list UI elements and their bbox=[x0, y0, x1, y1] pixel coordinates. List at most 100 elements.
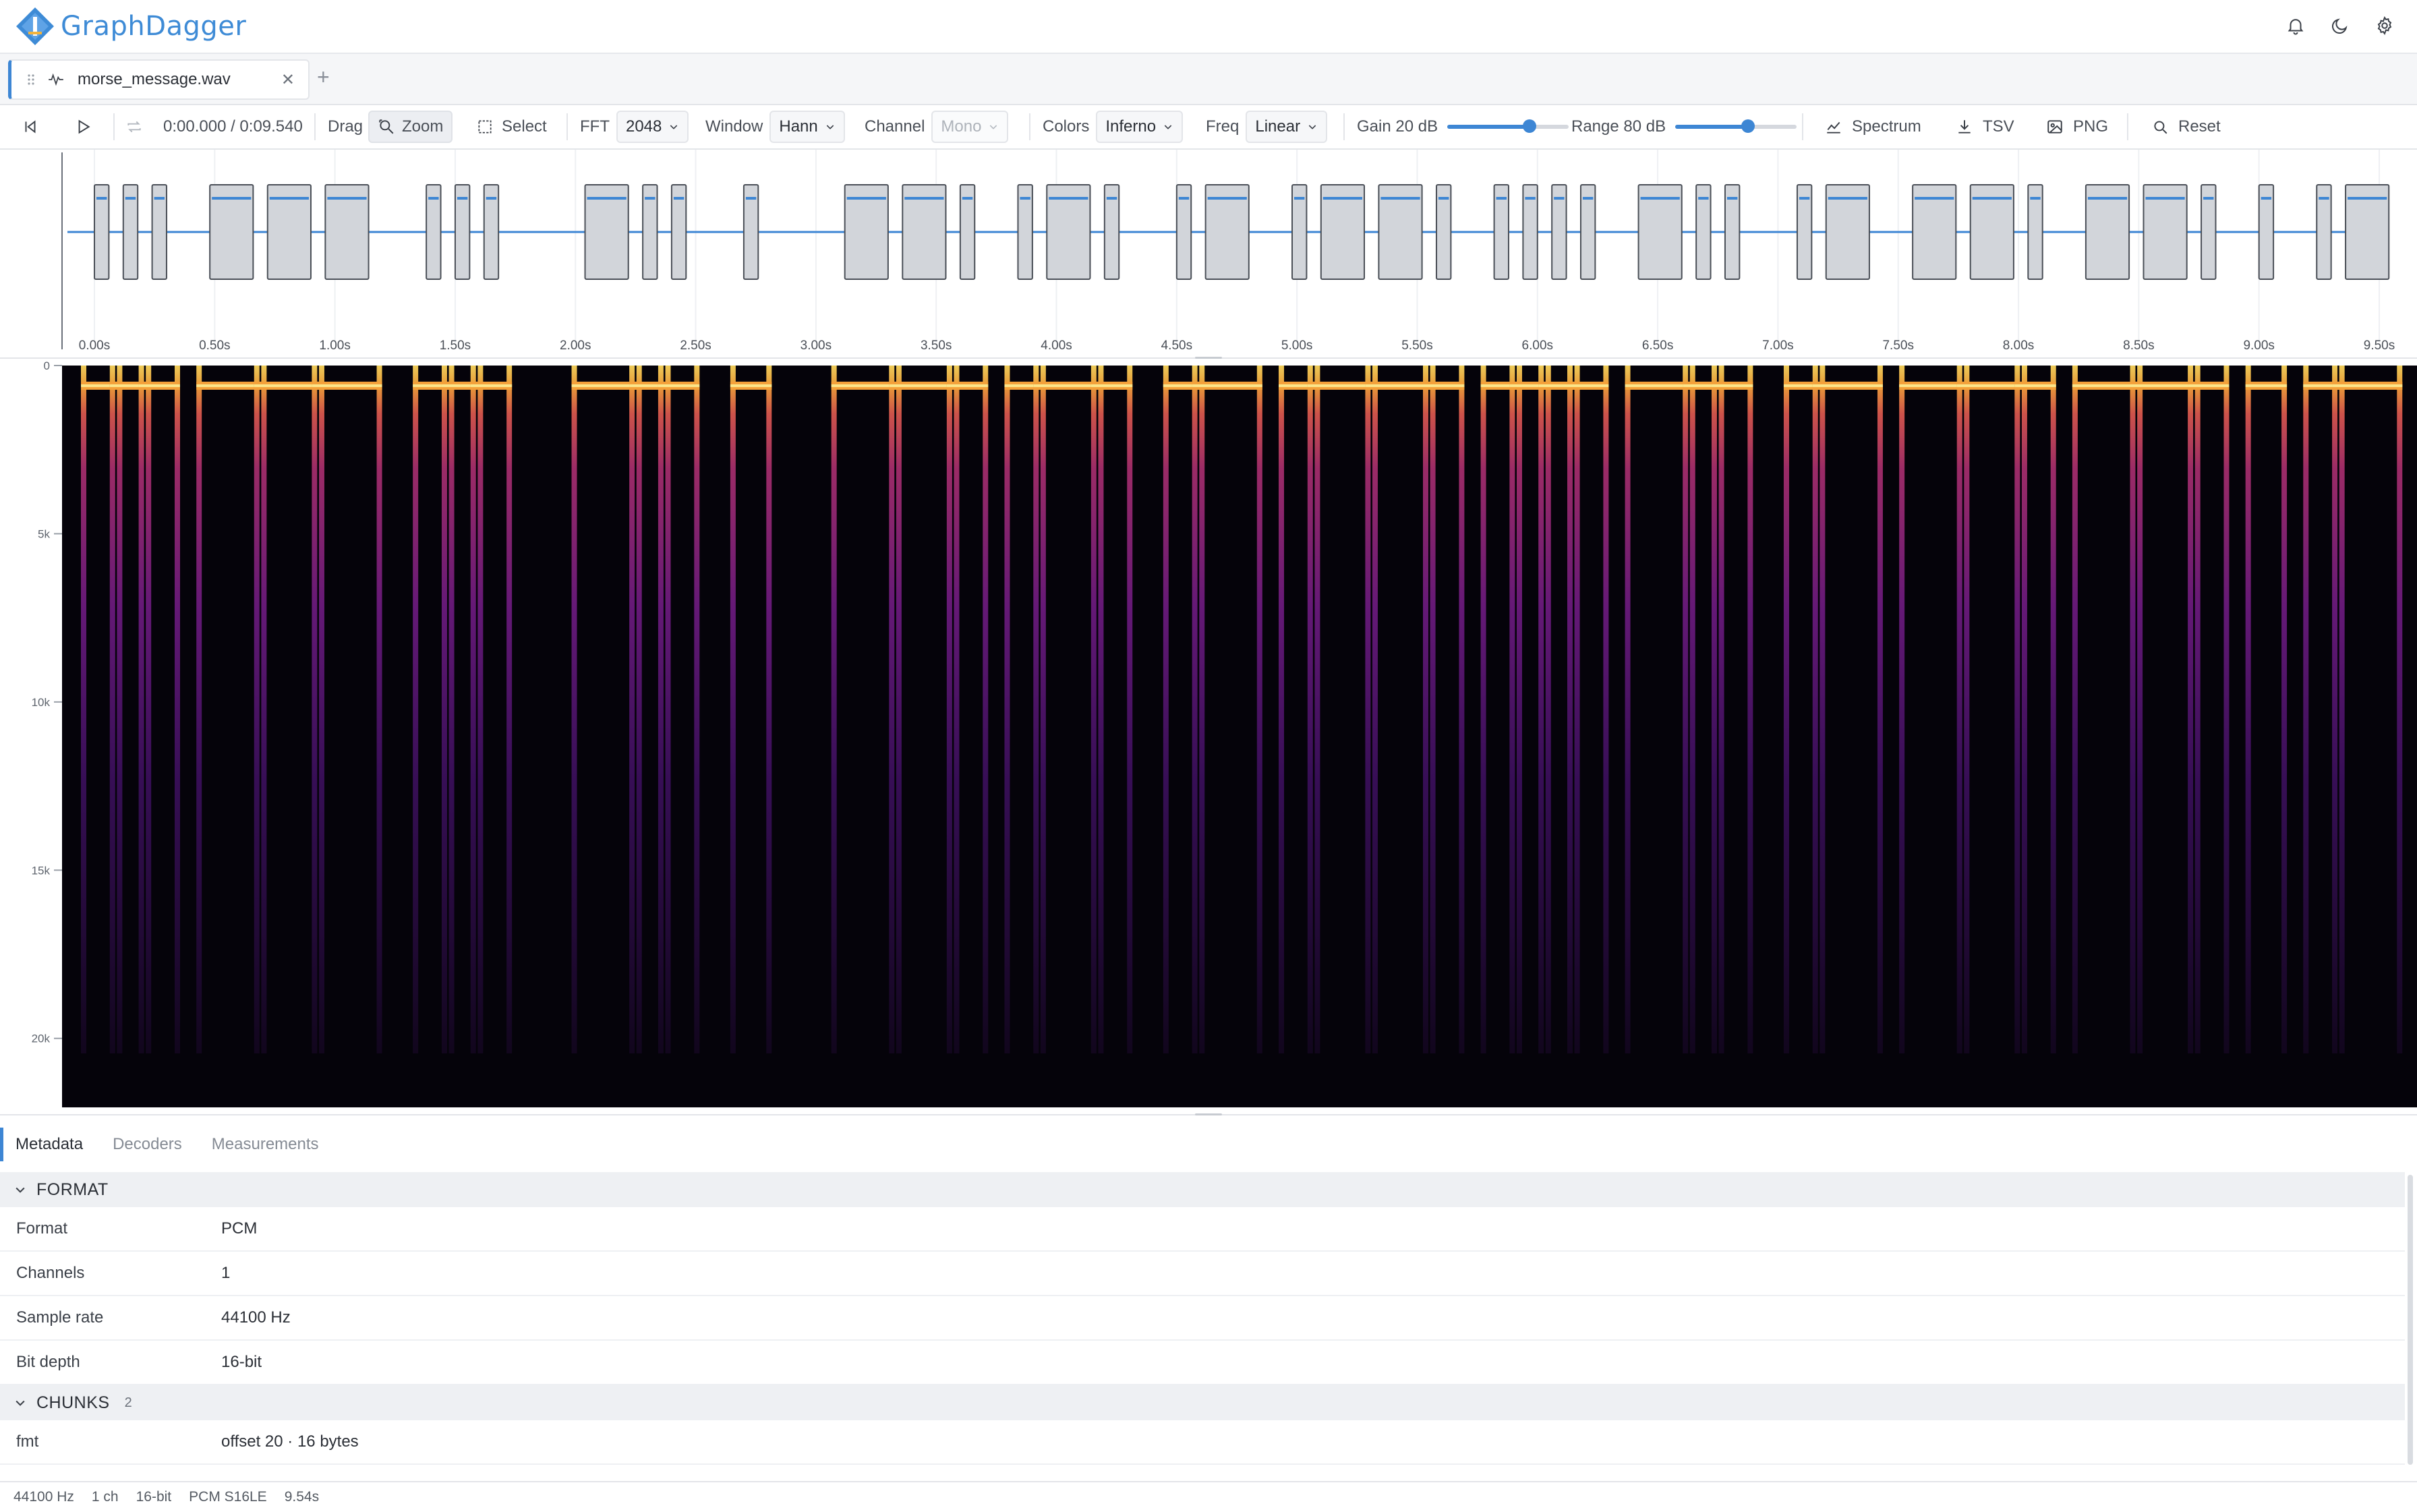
range-slider[interactable] bbox=[1675, 119, 1797, 133]
spectral-offset-column bbox=[1819, 366, 1826, 1053]
reset-button[interactable]: Reset bbox=[2151, 111, 2221, 143]
time-tick-label: 7.50s bbox=[1882, 339, 1913, 352]
spectral-onset-column bbox=[1163, 366, 1169, 1053]
spectral-offset-column bbox=[665, 366, 671, 1053]
skip-start-button[interactable] bbox=[22, 111, 39, 143]
channel-select[interactable]: Mono bbox=[931, 111, 1009, 143]
waveform-view[interactable]: 0.00s 0.50s 1.00s 1.50s 2.00s 2.50s 3.00s 3.50s… bbox=[0, 150, 2417, 352]
export-tsv-button[interactable]: TSV bbox=[1956, 111, 2014, 143]
window-value: Hann bbox=[779, 117, 818, 136]
spectral-onset-column bbox=[2303, 366, 2309, 1053]
spectral-offset-column bbox=[766, 366, 772, 1053]
drag-handle-icon[interactable] bbox=[22, 71, 40, 88]
gain-label: Gain 20 dB bbox=[1357, 117, 1438, 136]
zoom-icon bbox=[379, 119, 394, 134]
tone-band-core bbox=[1711, 384, 1753, 387]
range-slider-knob[interactable] bbox=[1741, 119, 1755, 133]
zoom-mode-button[interactable]: Zoom bbox=[368, 111, 453, 143]
select-label: Select bbox=[502, 117, 547, 136]
status-encoding: PCM S16LE bbox=[189, 1489, 267, 1505]
add-tab-button[interactable]: + bbox=[317, 65, 330, 90]
metadata-value: 1 bbox=[221, 1264, 231, 1282]
spectral-offset-column bbox=[318, 366, 324, 1053]
gain-slider[interactable] bbox=[1447, 119, 1569, 133]
tab-decoders[interactable]: Decoders bbox=[98, 1128, 197, 1161]
freq-tick-label: 0 bbox=[44, 361, 50, 372]
spectral-onset-column bbox=[1279, 366, 1285, 1053]
spectrogram-resize-handle[interactable] bbox=[1195, 1113, 1222, 1115]
spectral-onset-column bbox=[1711, 366, 1717, 1053]
reset-label: Reset bbox=[2178, 117, 2221, 136]
freq-scale-select[interactable]: Linear bbox=[1246, 111, 1328, 143]
tone-band-core bbox=[1567, 384, 1609, 387]
colormap-select[interactable]: Inferno bbox=[1096, 111, 1184, 143]
panel-tabs: Metadata Decoders Measurements bbox=[0, 1128, 334, 1167]
spectral-onset-column bbox=[138, 366, 144, 1053]
tone-band-core bbox=[946, 384, 989, 387]
waveform-resize-handle[interactable] bbox=[1195, 357, 1222, 359]
spectral-offset-column bbox=[1199, 366, 1205, 1053]
spectral-offset-column bbox=[2281, 366, 2288, 1053]
chevron-down-icon bbox=[1164, 125, 1172, 129]
fft-value: 2048 bbox=[625, 117, 662, 136]
format-section-header[interactable]: FORMAT bbox=[0, 1172, 2405, 1207]
spectral-offset-column bbox=[1964, 366, 1970, 1053]
spectral-onset-column bbox=[1812, 366, 1818, 1053]
export-png-button[interactable]: PNG bbox=[2046, 111, 2108, 143]
spectral-offset-column bbox=[117, 366, 123, 1053]
metadata-row: fmt offset 20 · 16 bytes bbox=[0, 1420, 2405, 1465]
status-bit-depth: 16-bit bbox=[136, 1489, 172, 1505]
channel-label: Channel bbox=[865, 117, 925, 136]
top-bar: GraphDagger bbox=[0, 0, 2417, 54]
tab-metadata[interactable]: Metadata bbox=[0, 1128, 98, 1161]
chunks-section-header[interactable]: CHUNKS 2 bbox=[0, 1385, 2405, 1420]
chunks-count-badge: 2 bbox=[124, 1395, 133, 1410]
time-tick-label: 1.50s bbox=[440, 339, 471, 352]
spectral-onset-column bbox=[1480, 366, 1486, 1053]
spectral-offset-column bbox=[1545, 366, 1551, 1053]
app-logo[interactable]: GraphDagger bbox=[15, 4, 246, 49]
gain-slider-knob[interactable] bbox=[1523, 119, 1537, 133]
tab-measurements[interactable]: Measurements bbox=[197, 1128, 334, 1161]
spectrogram-canvas[interactable]: 0 5k 10k 15k 20k bbox=[0, 361, 2417, 1107]
spectral-offset-column bbox=[1256, 366, 1262, 1053]
audio-wave-icon bbox=[49, 73, 63, 86]
select-mode-button[interactable]: Select bbox=[476, 111, 547, 143]
toolbar: 0:00.000 / 0:09.540 Drag Zoom Select FFT… bbox=[0, 105, 2417, 150]
spectral-offset-column bbox=[2339, 366, 2345, 1053]
tone-band-core bbox=[1192, 384, 1262, 387]
moon-icon[interactable] bbox=[2328, 13, 2352, 38]
spectral-offset-column bbox=[1040, 366, 1046, 1053]
time-tick-label: 5.50s bbox=[1401, 339, 1432, 352]
close-tab-icon[interactable]: ✕ bbox=[281, 70, 295, 90]
chevron-down-icon bbox=[16, 1400, 25, 1406]
chevron-down-icon bbox=[826, 125, 834, 129]
panel-scrollbar[interactable] bbox=[2408, 1175, 2413, 1465]
tone-band-core bbox=[1423, 384, 1465, 387]
spectrogram-view[interactable]: 0 5k 10k 15k 20k bbox=[0, 361, 2417, 1107]
window-select[interactable]: Hann bbox=[769, 111, 845, 143]
waveform-canvas[interactable]: 0.00s 0.50s 1.00s 1.50s 2.00s 2.50s 3.00s 3.50s… bbox=[0, 150, 2417, 352]
spectrum-button[interactable]: Spectrum bbox=[1825, 111, 1921, 143]
loop-button[interactable] bbox=[125, 111, 143, 143]
spectral-offset-column bbox=[261, 366, 267, 1053]
spectral-onset-column bbox=[312, 366, 318, 1053]
play-button[interactable] bbox=[74, 111, 92, 143]
tone-band-core bbox=[1812, 384, 1883, 387]
bell-icon[interactable] bbox=[2283, 13, 2308, 38]
tone-band-core bbox=[312, 384, 382, 387]
tone-band-core bbox=[470, 384, 513, 387]
spectral-onset-column bbox=[1192, 366, 1198, 1053]
spectral-onset-column bbox=[629, 366, 635, 1053]
fft-size-select[interactable]: 2048 bbox=[616, 111, 689, 143]
spectral-offset-column bbox=[1430, 366, 1436, 1053]
zoom-label: Zoom bbox=[402, 117, 444, 136]
spectral-offset-column bbox=[1516, 366, 1522, 1053]
tab-morse-message[interactable]: morse_message.wav ✕ bbox=[8, 59, 310, 100]
gear-icon[interactable] bbox=[2372, 13, 2397, 38]
spectral-onset-column bbox=[2188, 366, 2194, 1053]
spectral-onset-column bbox=[1956, 366, 1962, 1053]
spectral-offset-column bbox=[1574, 366, 1580, 1053]
time-tick-label: 5.00s bbox=[1281, 339, 1312, 352]
metadata-row: Bit depth 16-bit bbox=[0, 1341, 2405, 1385]
